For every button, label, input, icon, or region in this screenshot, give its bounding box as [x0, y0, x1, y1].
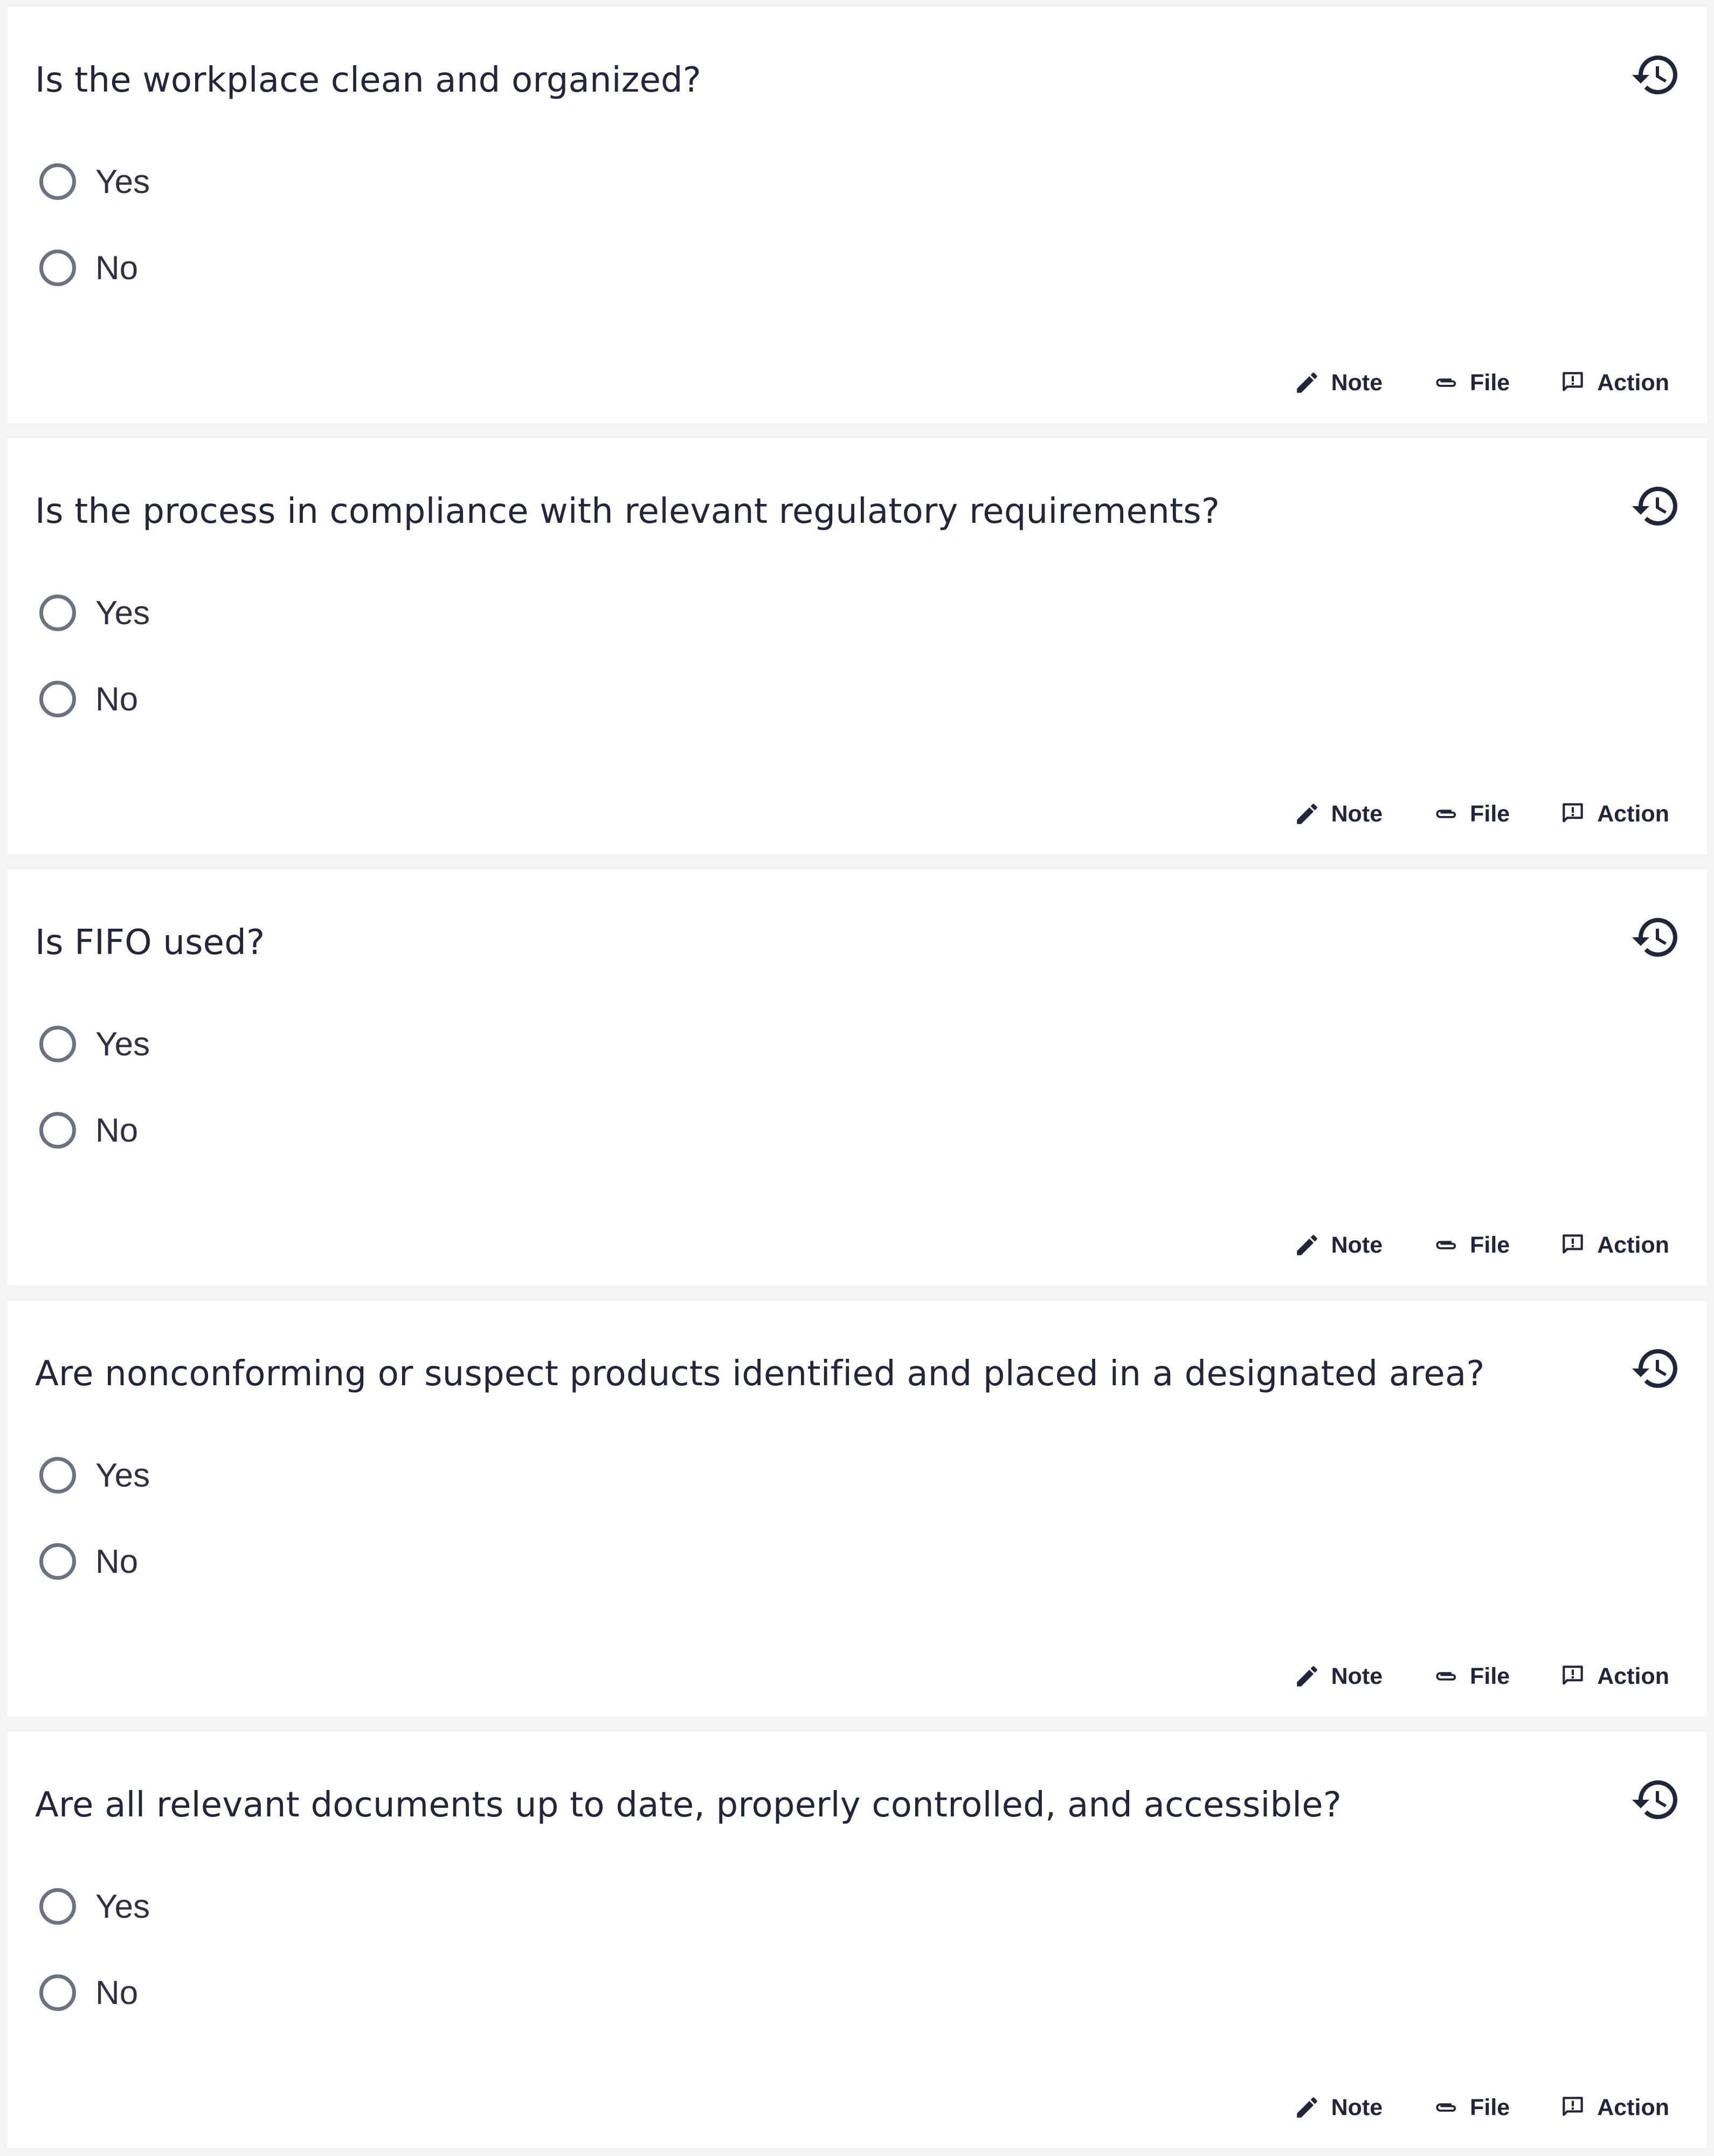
- note-button[interactable]: Note: [1294, 1663, 1383, 1690]
- paperclip-icon: [1436, 1672, 1456, 1681]
- file-label: File: [1470, 369, 1510, 396]
- note-label: Note: [1331, 1232, 1383, 1258]
- radio-button[interactable]: [39, 681, 76, 717]
- checklist-questions: Is the workplace clean and organized? Ye…: [0, 0, 1714, 2156]
- history-icon[interactable]: [1630, 1343, 1682, 1394]
- file-button[interactable]: File: [1432, 1232, 1510, 1259]
- note-button[interactable]: Note: [1294, 369, 1383, 396]
- file-button[interactable]: File: [1432, 800, 1510, 827]
- option-yes[interactable]: Yes: [39, 1017, 150, 1071]
- pencil-icon: [1296, 2097, 1317, 2118]
- option-no[interactable]: No: [39, 1966, 138, 2020]
- note-label: Note: [1331, 2094, 1383, 2120]
- option-yes[interactable]: Yes: [39, 1448, 150, 1502]
- note-button[interactable]: Note: [1294, 1232, 1383, 1259]
- radio-button[interactable]: [39, 250, 76, 286]
- question-text: Is FIFO used?: [35, 923, 265, 963]
- note-label: Note: [1331, 800, 1383, 827]
- option-yes[interactable]: Yes: [39, 586, 150, 640]
- history-icon[interactable]: [1630, 480, 1682, 532]
- radio-button[interactable]: [39, 1112, 76, 1149]
- file-button[interactable]: File: [1432, 1663, 1510, 1690]
- action-button[interactable]: Action: [1559, 369, 1669, 396]
- question-actions: Note File Action: [1294, 1652, 1669, 1701]
- option-label: Yes: [95, 1456, 150, 1494]
- option-yes[interactable]: Yes: [39, 155, 150, 209]
- action-button[interactable]: Action: [1559, 800, 1669, 827]
- question-text: Is the workplace clean and organized?: [35, 60, 702, 100]
- question-actions: Note File Action: [1294, 2083, 1669, 2132]
- paperclip-icon: [1436, 378, 1456, 387]
- action-label: Action: [1597, 2094, 1669, 2120]
- option-no[interactable]: No: [39, 672, 138, 726]
- radio-button[interactable]: [39, 1457, 76, 1494]
- action-label: Action: [1597, 1232, 1669, 1258]
- question-card: Is the workplace clean and organized? Ye…: [7, 7, 1707, 423]
- question-actions: Note File Action: [1294, 1221, 1669, 1269]
- note-label: Note: [1331, 1663, 1383, 1689]
- option-label: No: [95, 249, 139, 287]
- option-label: Yes: [95, 1025, 150, 1063]
- note-label: Note: [1331, 369, 1383, 396]
- action-label: Action: [1597, 1663, 1669, 1689]
- history-icon[interactable]: [1630, 49, 1682, 101]
- question-card: Is the process in compliance with releva…: [7, 438, 1707, 854]
- question-card: Are all relevant documents up to date, p…: [7, 1732, 1707, 2148]
- file-label: File: [1470, 1663, 1510, 1689]
- question-card: Are nonconforming or suspect products id…: [7, 1301, 1707, 1717]
- option-no[interactable]: No: [39, 1103, 138, 1157]
- pencil-icon: [1296, 1666, 1317, 1687]
- file-label: File: [1470, 1232, 1510, 1258]
- file-label: File: [1470, 2094, 1510, 2120]
- option-yes[interactable]: Yes: [39, 1879, 150, 1933]
- radio-button[interactable]: [39, 595, 76, 631]
- comment-exclamation-icon: [1563, 1666, 1583, 1685]
- radio-button[interactable]: [39, 1026, 76, 1062]
- note-button[interactable]: Note: [1294, 800, 1383, 827]
- question-card: Is FIFO used? Yes No Note File Action: [7, 869, 1707, 1286]
- question-text: Is the process in compliance with releva…: [35, 492, 1220, 531]
- question-actions: Note File Action: [1294, 790, 1669, 838]
- action-label: Action: [1597, 369, 1669, 396]
- option-label: Yes: [95, 594, 150, 632]
- option-label: No: [95, 680, 139, 718]
- option-label: Yes: [95, 1888, 150, 1925]
- question-text: Are nonconforming or suspect products id…: [35, 1354, 1485, 1394]
- option-label: Yes: [95, 163, 150, 201]
- option-label: No: [95, 1974, 139, 2012]
- option-no[interactable]: No: [39, 241, 138, 295]
- note-button[interactable]: Note: [1294, 2094, 1383, 2121]
- radio-button[interactable]: [39, 163, 76, 200]
- option-label: No: [95, 1543, 139, 1580]
- pencil-icon: [1296, 1235, 1317, 1255]
- question-actions: Note File Action: [1294, 358, 1669, 407]
- paperclip-icon: [1436, 2103, 1456, 2112]
- question-text: Are all relevant documents up to date, p…: [35, 1785, 1342, 1825]
- file-button[interactable]: File: [1432, 2094, 1510, 2121]
- pencil-icon: [1296, 372, 1317, 393]
- paperclip-icon: [1436, 1241, 1456, 1249]
- history-icon[interactable]: [1630, 911, 1682, 963]
- pencil-icon: [1296, 804, 1317, 824]
- paperclip-icon: [1436, 810, 1456, 818]
- option-no[interactable]: No: [39, 1535, 138, 1588]
- history-icon[interactable]: [1630, 1774, 1682, 1826]
- comment-exclamation-icon: [1563, 2097, 1583, 2116]
- option-label: No: [95, 1111, 139, 1149]
- file-label: File: [1470, 800, 1510, 827]
- comment-exclamation-icon: [1563, 803, 1583, 823]
- action-button[interactable]: Action: [1559, 1232, 1669, 1259]
- comment-exclamation-icon: [1563, 1234, 1583, 1254]
- comment-exclamation-icon: [1563, 372, 1583, 391]
- action-label: Action: [1597, 800, 1669, 827]
- radio-button[interactable]: [39, 1974, 76, 2011]
- radio-button[interactable]: [39, 1543, 76, 1580]
- radio-button[interactable]: [39, 1888, 76, 1925]
- action-button[interactable]: Action: [1559, 1663, 1669, 1690]
- action-button[interactable]: Action: [1559, 2094, 1669, 2121]
- file-button[interactable]: File: [1432, 369, 1510, 396]
